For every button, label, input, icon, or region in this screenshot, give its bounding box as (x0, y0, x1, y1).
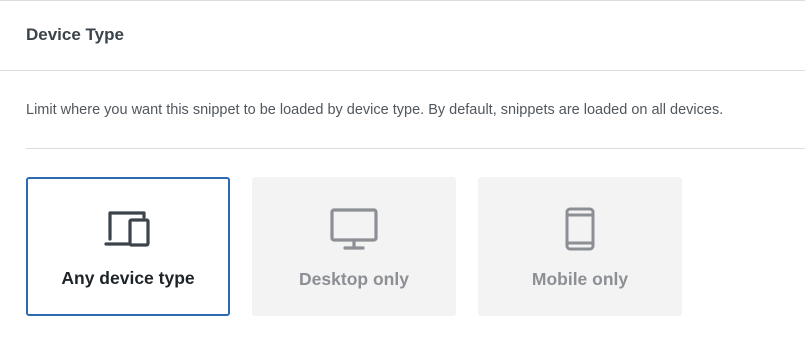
device-type-options: Any device type Desktop only Mobile only (26, 177, 805, 316)
option-desktop-only[interactable]: Desktop only (252, 177, 456, 316)
mobile-icon (555, 207, 605, 251)
desktop-icon (329, 207, 379, 251)
option-label: Desktop only (299, 269, 409, 289)
section-description: Limit where you want this snippet to be … (26, 71, 805, 149)
option-label: Mobile only (531, 269, 629, 289)
devices-icon (103, 207, 153, 251)
section-title: Device Type (26, 24, 124, 44)
section-body: Limit where you want this snippet to be … (0, 71, 805, 316)
device-type-panel: Device Type Limit where you want this sn… (0, 0, 805, 339)
section-header: Device Type (0, 1, 805, 71)
option-label: Any device type (61, 268, 195, 288)
option-any-device-type[interactable]: Any device type (26, 177, 230, 316)
option-mobile-only[interactable]: Mobile only (478, 177, 682, 316)
